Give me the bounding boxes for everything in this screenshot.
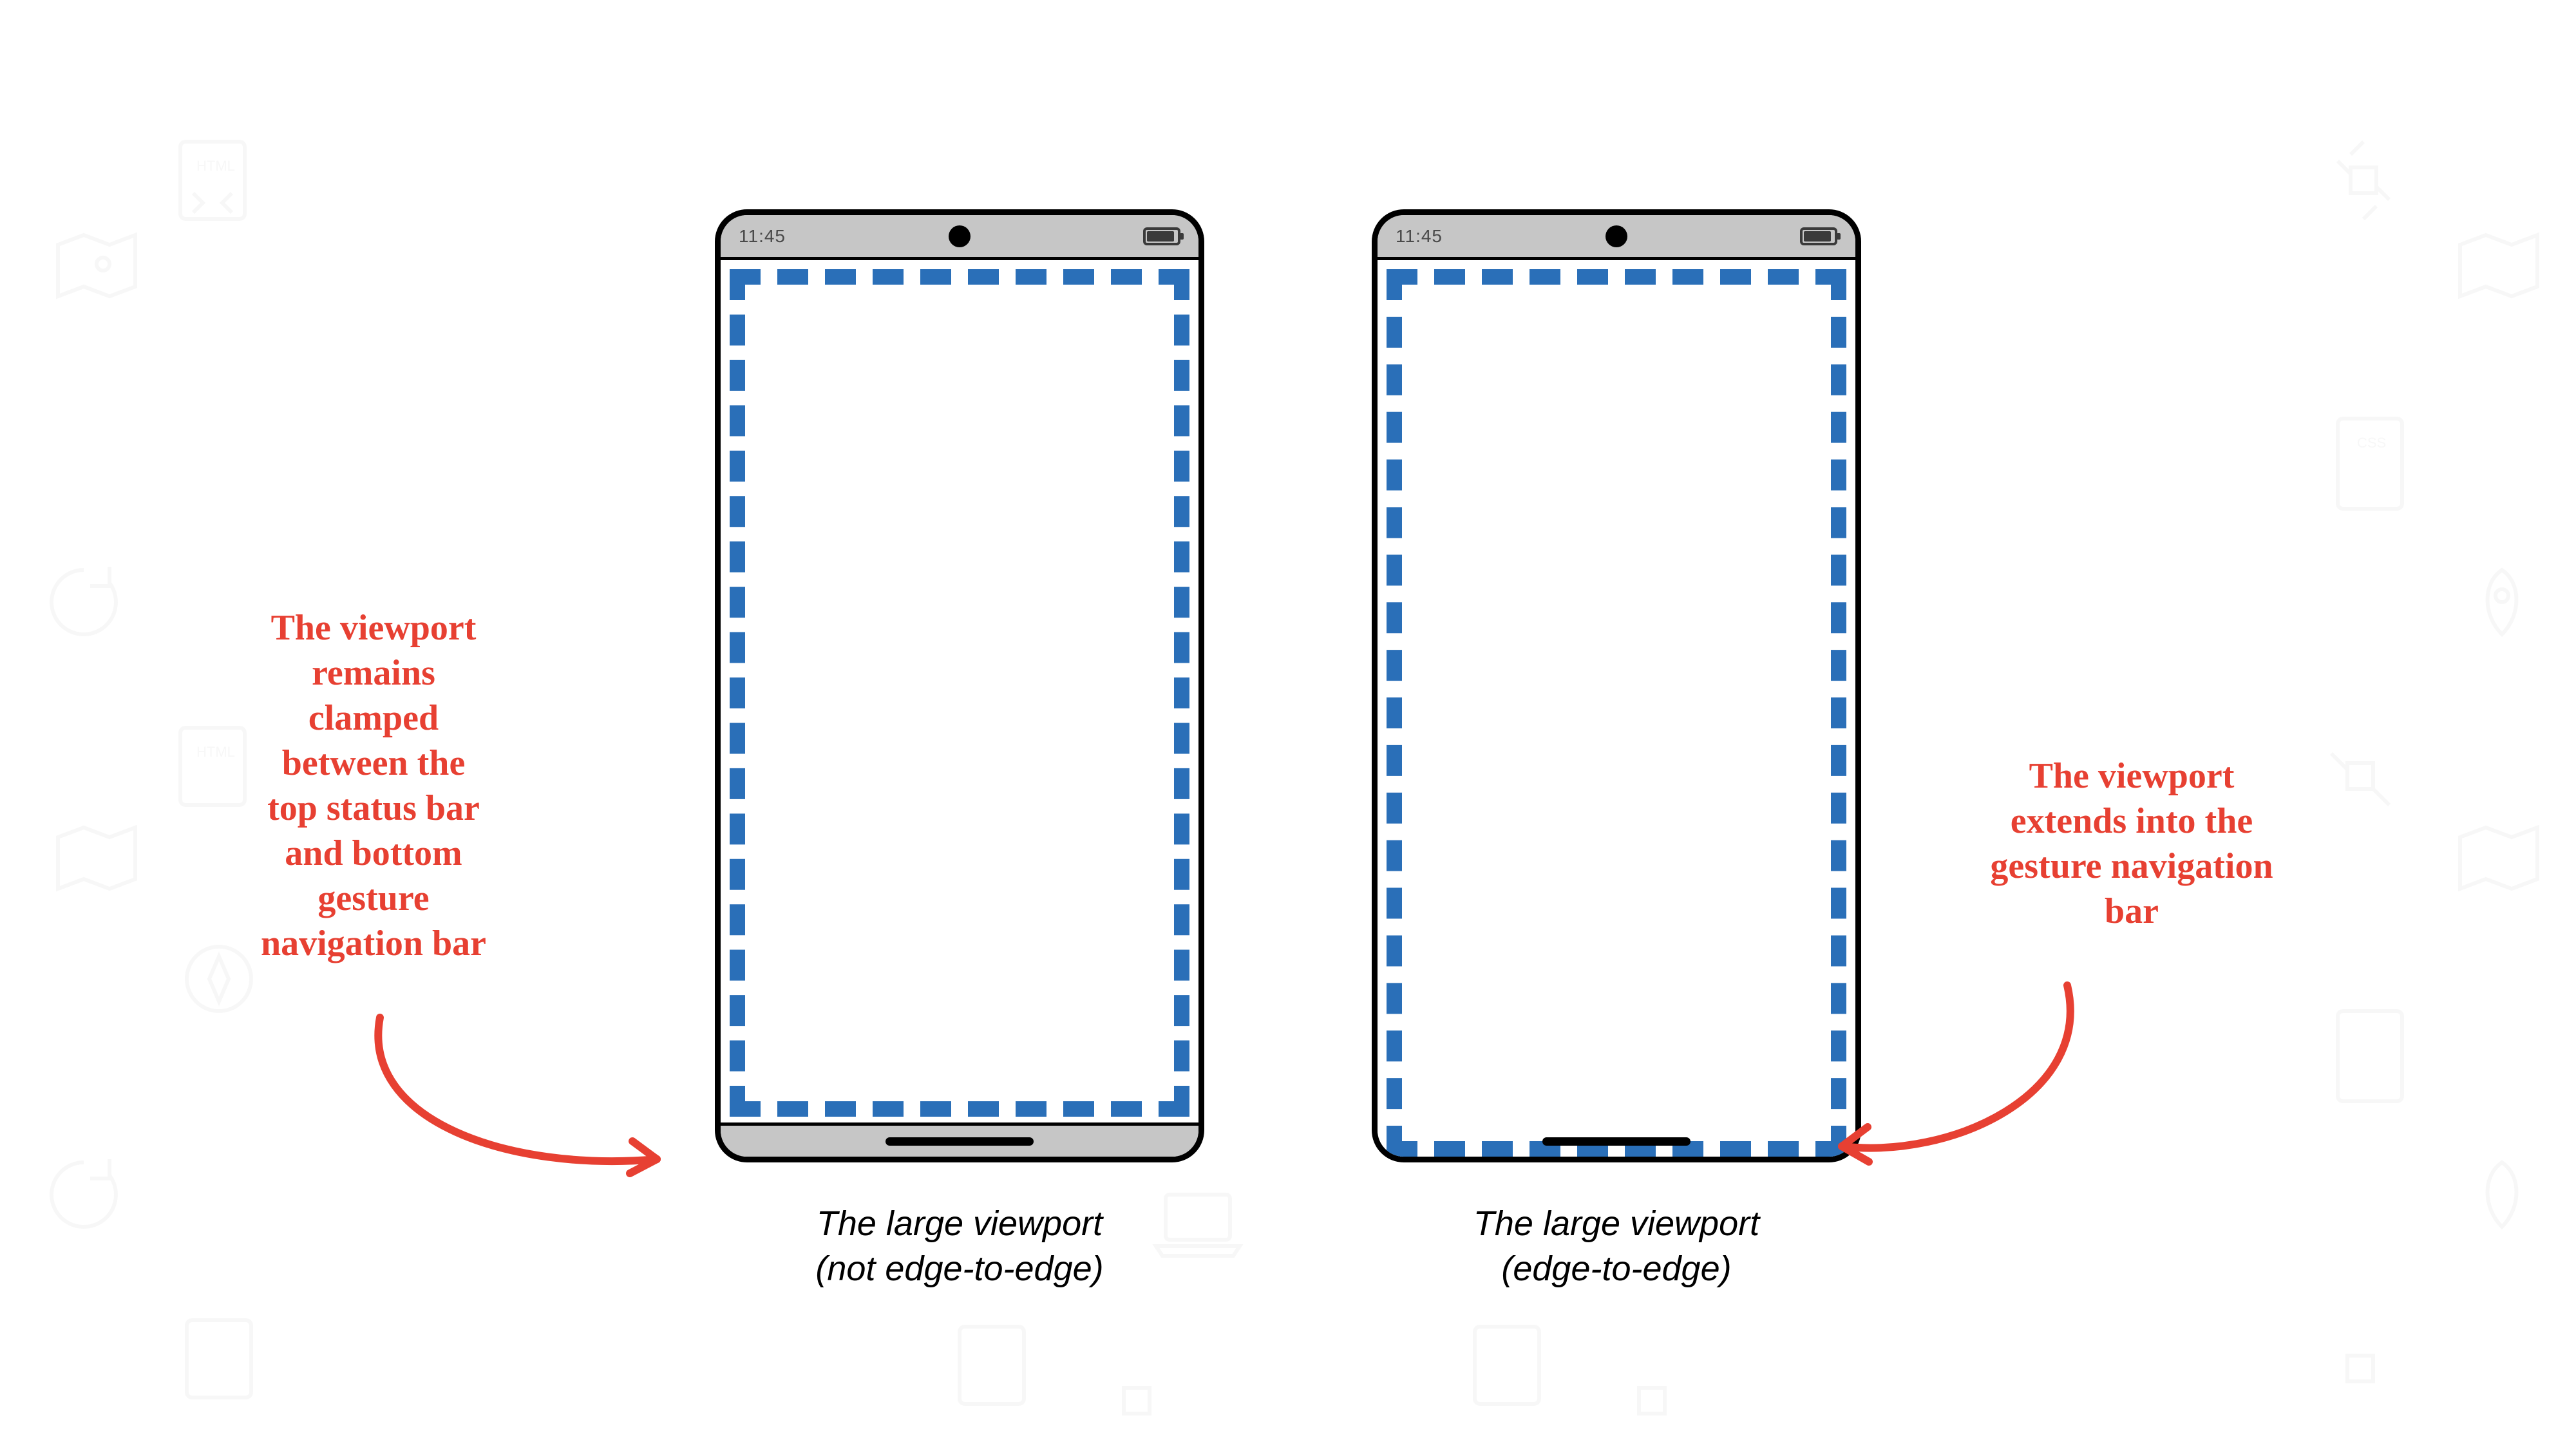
battery-icon [1143,227,1180,245]
gesture-nav-bar-opaque [721,1122,1198,1157]
caption-line1: The large viewport [817,1204,1103,1243]
annotation-arrow-right-icon [1797,966,2132,1198]
caption-edge-to-edge: The large viewport (edge-to-edge) [1473,1201,1759,1291]
phone-edge-to-edge-column: 11:45 The large viewport (edge-to-edge) [1372,209,1861,1291]
screen-area [1378,260,1855,1157]
gesture-nav-bar-transparent [1378,1126,1855,1157]
caption-line2: (not edge-to-edge) [815,1249,1103,1288]
gesture-nav-pill-icon [1542,1137,1690,1146]
caption-line2: (edge-to-edge) [1501,1249,1731,1288]
diagram-stage: 11:45 The large viewport (not edge-to-ed… [0,0,2576,1449]
caption-line1: The large viewport [1473,1204,1759,1243]
caption-not-edge-to-edge: The large viewport (not edge-to-edge) [815,1201,1103,1291]
camera-punch-hole-icon [1605,225,1627,247]
phone-not-edge-to-edge-column: 11:45 The large viewport (not edge-to-ed… [715,209,1204,1291]
gesture-nav-pill-icon [886,1137,1034,1146]
camera-punch-hole-icon [949,225,971,247]
status-bar: 11:45 [1378,215,1855,260]
large-viewport-outline [730,269,1189,1117]
large-viewport-outline [1387,269,1846,1157]
status-bar: 11:45 [721,215,1198,260]
status-time: 11:45 [739,226,786,247]
annotation-right: The viewport extends into the gesture na… [1926,753,2338,934]
annotation-left: The viewport remains clamped between the… [167,605,580,966]
battery-icon [1800,227,1837,245]
phone-frame-not-edge-to-edge: 11:45 [715,209,1204,1162]
status-time: 11:45 [1396,226,1443,247]
phone-frame-edge-to-edge: 11:45 [1372,209,1861,1162]
screen-area [721,260,1198,1157]
annotation-arrow-left-icon [277,1005,715,1211]
phones-row: 11:45 The large viewport (not edge-to-ed… [715,209,1861,1291]
